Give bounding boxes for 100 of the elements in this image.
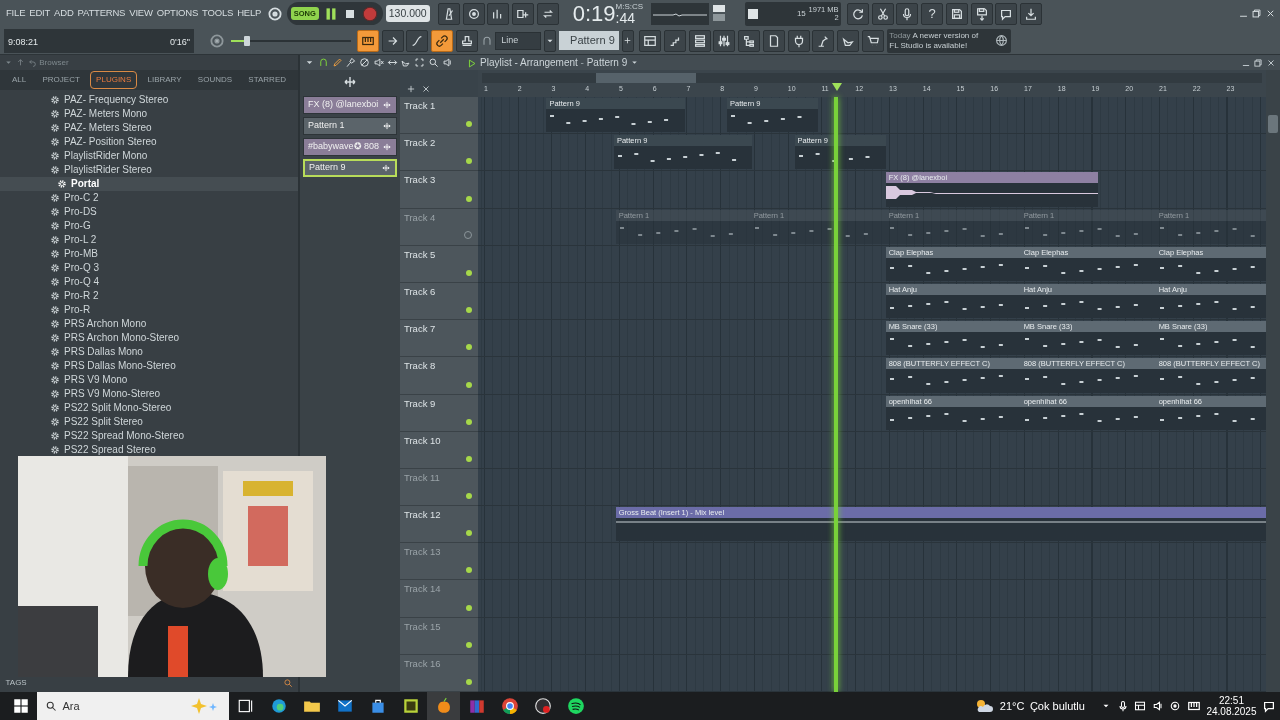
clock[interactable]: 22:51 24.08.2025	[1206, 695, 1257, 717]
browser-item[interactable]: Portal	[0, 176, 298, 191]
menu-item[interactable]: EDIT	[27, 6, 53, 21]
select-icon[interactable]	[414, 57, 425, 68]
menu-item[interactable]: ADD	[52, 6, 76, 21]
add-track-icon[interactable]	[405, 84, 416, 94]
task-view-icon[interactable]	[236, 697, 255, 715]
scissors-button[interactable]	[871, 2, 894, 25]
track-name[interactable]: Track 9	[404, 397, 436, 409]
drag-handle-icon[interactable]	[382, 121, 392, 131]
browser-item[interactable]: Pro-DS	[0, 204, 298, 219]
rows-button[interactable]	[688, 29, 711, 52]
track-header[interactable]: Track 2	[400, 134, 478, 172]
drag-handle-icon[interactable]	[381, 163, 391, 173]
master-volume-slider[interactable]	[231, 35, 352, 46]
track-active-indicator[interactable]	[466, 344, 472, 351]
browser-item[interactable]: PRS V9 Mono-Stereo	[0, 386, 298, 401]
volume-icon[interactable]	[1151, 700, 1164, 712]
restore-icon[interactable]	[1253, 57, 1264, 68]
pencil-icon[interactable]	[331, 57, 343, 68]
timeline-scroll-thumb[interactable]	[596, 73, 696, 83]
chrome-icon[interactable]	[500, 697, 519, 715]
caret-icon[interactable]	[630, 58, 639, 67]
pattern-next-button[interactable]	[621, 29, 634, 52]
menu-item[interactable]: HELP	[235, 6, 264, 21]
browser-item[interactable]: PAZ- Meters Stereo	[0, 120, 298, 135]
pattern-picker-item[interactable]: Pattern 1	[303, 117, 397, 135]
pattern-picker-item[interactable]: Pattern 9	[303, 159, 397, 177]
magnet-icon[interactable]	[317, 57, 329, 68]
browser-tab[interactable]: SOUNDS	[191, 71, 239, 89]
curve-toggle[interactable]	[406, 29, 429, 52]
weather-temperature[interactable]: 21°C	[999, 697, 1025, 715]
mixer-button[interactable]	[713, 29, 736, 52]
menu-item[interactable]: FILE	[4, 6, 28, 21]
menu-item[interactable]: VIEW	[127, 6, 155, 21]
browser-item[interactable]: Pro-Q 3	[0, 260, 298, 275]
track-header[interactable]: Track 3	[400, 171, 478, 209]
snap-dropdown[interactable]: Line	[495, 31, 542, 50]
track-name[interactable]: Track 12	[404, 509, 441, 521]
track-active-indicator[interactable]	[466, 381, 472, 388]
mail-icon[interactable]	[335, 697, 354, 715]
search-icon[interactable]	[282, 678, 293, 689]
browser-item[interactable]: PAZ- Position Stereo	[0, 134, 298, 149]
track-header[interactable]: Track 5	[400, 245, 478, 283]
music-app-icon[interactable]	[566, 697, 585, 715]
microphone-button[interactable]	[896, 2, 919, 25]
arrow-toggle[interactable]	[381, 29, 404, 52]
track-header[interactable]: Track 7	[400, 320, 478, 358]
track-active-indicator[interactable]	[466, 641, 472, 648]
close-icon[interactable]	[1265, 8, 1276, 19]
browser-icon[interactable]	[269, 697, 288, 715]
browser-item[interactable]: PAZ- Meters Mono	[0, 106, 298, 121]
track-header[interactable]: Track 12	[400, 506, 478, 544]
pattern-selector[interactable]: Pattern 9	[558, 31, 619, 50]
track-name[interactable]: Track 5	[404, 248, 436, 260]
plug-button[interactable]	[787, 29, 810, 52]
brush-icon[interactable]	[345, 57, 357, 68]
track-active-indicator[interactable]	[466, 195, 472, 202]
browser-item[interactable]: PAZ- Frequency Stereo	[0, 92, 298, 107]
drag-handle-icon[interactable]	[382, 142, 392, 152]
browser-item[interactable]: PRS V9 Mono	[0, 372, 298, 387]
track-active-indicator[interactable]	[466, 455, 472, 462]
weather-icon[interactable]	[974, 698, 995, 714]
browser-item[interactable]: PRS Dallas Mono	[0, 344, 298, 359]
keyboard-icon[interactable]	[1186, 699, 1201, 713]
help-button[interactable]: ?	[921, 2, 944, 25]
download-button[interactable]	[1020, 2, 1043, 25]
browser-item[interactable]: PlaylistRider Mono	[0, 148, 298, 163]
playlist-pattern-name[interactable]: Pattern 9	[586, 55, 628, 70]
metronome-button[interactable]	[437, 2, 460, 25]
track-active-indicator[interactable]	[466, 493, 472, 500]
browser-item[interactable]: PlaylistRider Stereo	[0, 162, 298, 177]
track-name[interactable]: Track 7	[404, 323, 436, 335]
menu-item[interactable]: OPTIONS	[154, 6, 201, 21]
loop-button[interactable]	[536, 2, 559, 25]
scrollbar-thumb[interactable]	[1268, 115, 1278, 133]
browser-item[interactable]: Pro-C 2	[0, 190, 298, 205]
track-name[interactable]: Track 8	[404, 360, 436, 372]
start-icon[interactable]	[11, 697, 30, 715]
browser-tab[interactable]: PROJECT	[36, 71, 86, 89]
track-active-indicator[interactable]	[466, 269, 472, 276]
record-mode-button[interactable]	[462, 2, 485, 25]
stairs-button[interactable]	[663, 29, 686, 52]
pattern-prev-button[interactable]	[544, 29, 556, 52]
track-name[interactable]: Track 3	[404, 174, 436, 186]
slip-arrows-icon[interactable]	[386, 57, 398, 68]
no-sign-icon[interactable]	[359, 57, 370, 68]
microphone-icon[interactable]	[1116, 700, 1129, 712]
track-name[interactable]: Track 6	[404, 285, 436, 297]
track-active-indicator[interactable]	[466, 121, 472, 128]
track-active-indicator[interactable]	[466, 567, 472, 574]
drag-icon[interactable]	[342, 74, 358, 90]
browser-tab[interactable]: STARRED	[242, 71, 292, 89]
mute-icon[interactable]	[372, 57, 384, 68]
magnet-icon[interactable]	[480, 34, 493, 47]
books-icon[interactable]	[467, 697, 486, 715]
link-toggle[interactable]	[431, 29, 453, 52]
track-header[interactable]: Track 10	[400, 431, 478, 469]
network-icon[interactable]	[1134, 700, 1147, 712]
tempo-field[interactable]: 130.000	[385, 4, 430, 23]
